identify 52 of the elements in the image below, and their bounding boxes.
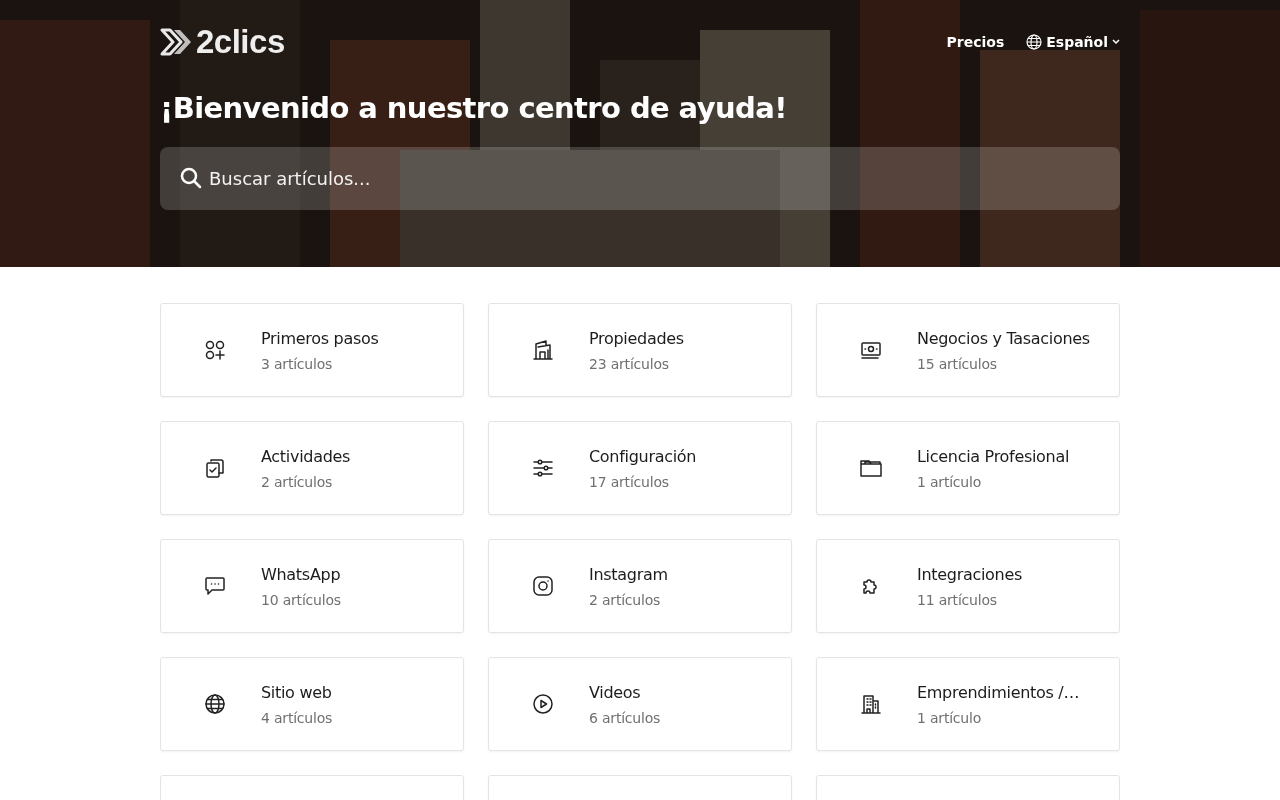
category-card[interactable]: Licencia Profesional 1 artículo bbox=[816, 421, 1120, 515]
clipboard-check-icon bbox=[203, 456, 227, 480]
category-card[interactable]: Configuración 17 artículos bbox=[488, 421, 792, 515]
category-title: Sitio web bbox=[261, 682, 333, 702]
category-title: Instagram bbox=[589, 564, 668, 584]
article-count: 1 artículo bbox=[917, 709, 983, 726]
category-card[interactable]: Emprendimientos /… 1 artículo bbox=[816, 657, 1120, 751]
globe-icon bbox=[1026, 34, 1043, 50]
globe-icon bbox=[203, 692, 227, 716]
article-count: 6 artículos bbox=[589, 709, 661, 726]
chat-bubble-icon bbox=[203, 574, 227, 598]
shapes-plus-icon bbox=[203, 338, 227, 362]
article-count: 4 artículos bbox=[261, 709, 333, 726]
building-icon bbox=[859, 692, 883, 716]
article-count: 3 artículos bbox=[261, 355, 334, 372]
category-title: Configuración bbox=[589, 446, 697, 466]
article-count: 1 artículo bbox=[917, 473, 983, 490]
page-title: ¡Bienvenido a nuestro centro de ayuda! bbox=[160, 91, 788, 125]
category-title: Propiedades bbox=[589, 328, 684, 348]
article-count: 10 artículos bbox=[261, 591, 341, 608]
category-card[interactable]: Actividades 2 artículos bbox=[160, 421, 464, 515]
category-title: Negocios y Tasaciones bbox=[917, 328, 1090, 348]
chevron-down-icon bbox=[1112, 39, 1120, 45]
house-icon bbox=[531, 338, 555, 362]
search-icon bbox=[180, 167, 202, 189]
article-count: 15 artículos bbox=[917, 355, 998, 372]
article-count: 17 artículos bbox=[589, 473, 670, 490]
double-arrow-icon bbox=[160, 27, 194, 57]
category-card[interactable]: Videos 6 artículos bbox=[488, 657, 792, 751]
category-card[interactable]: Propiedades 23 artículos bbox=[488, 303, 792, 397]
category-title: Emprendimientos /… bbox=[917, 682, 1080, 702]
article-count: 2 artículos bbox=[261, 473, 334, 490]
category-title: Videos bbox=[589, 682, 642, 702]
category-title: Licencia Profesional bbox=[917, 446, 1070, 466]
category-card[interactable]: Integraciones 11 artículos bbox=[816, 539, 1120, 633]
camera-icon bbox=[531, 574, 555, 598]
category-title: WhatsApp bbox=[261, 564, 341, 584]
article-count: 11 artículos bbox=[917, 591, 998, 608]
language-menu[interactable]: Español bbox=[1026, 34, 1120, 50]
category-title: Actividades bbox=[261, 446, 351, 466]
category-card[interactable]: Sitio web 4 artículos bbox=[160, 657, 464, 751]
category-card[interactable]: WhatsApp 10 artículos bbox=[160, 539, 464, 633]
category-card[interactable]: Negocios y Tasaciones 15 artículos bbox=[816, 303, 1120, 397]
category-title: Integraciones bbox=[917, 564, 1022, 584]
category-card[interactable]: Primeros pasos 3 artículos bbox=[160, 303, 464, 397]
category-card[interactable]: Instagram 2 artículos bbox=[488, 539, 792, 633]
pricing-link[interactable]: Precios bbox=[946, 34, 1005, 50]
logo[interactable]: 2clics bbox=[160, 23, 285, 61]
play-circle-icon bbox=[531, 692, 555, 716]
category-title: Primeros pasos bbox=[261, 328, 379, 348]
article-count: 2 artículos bbox=[589, 591, 662, 608]
article-count: 23 artículos bbox=[589, 355, 670, 372]
